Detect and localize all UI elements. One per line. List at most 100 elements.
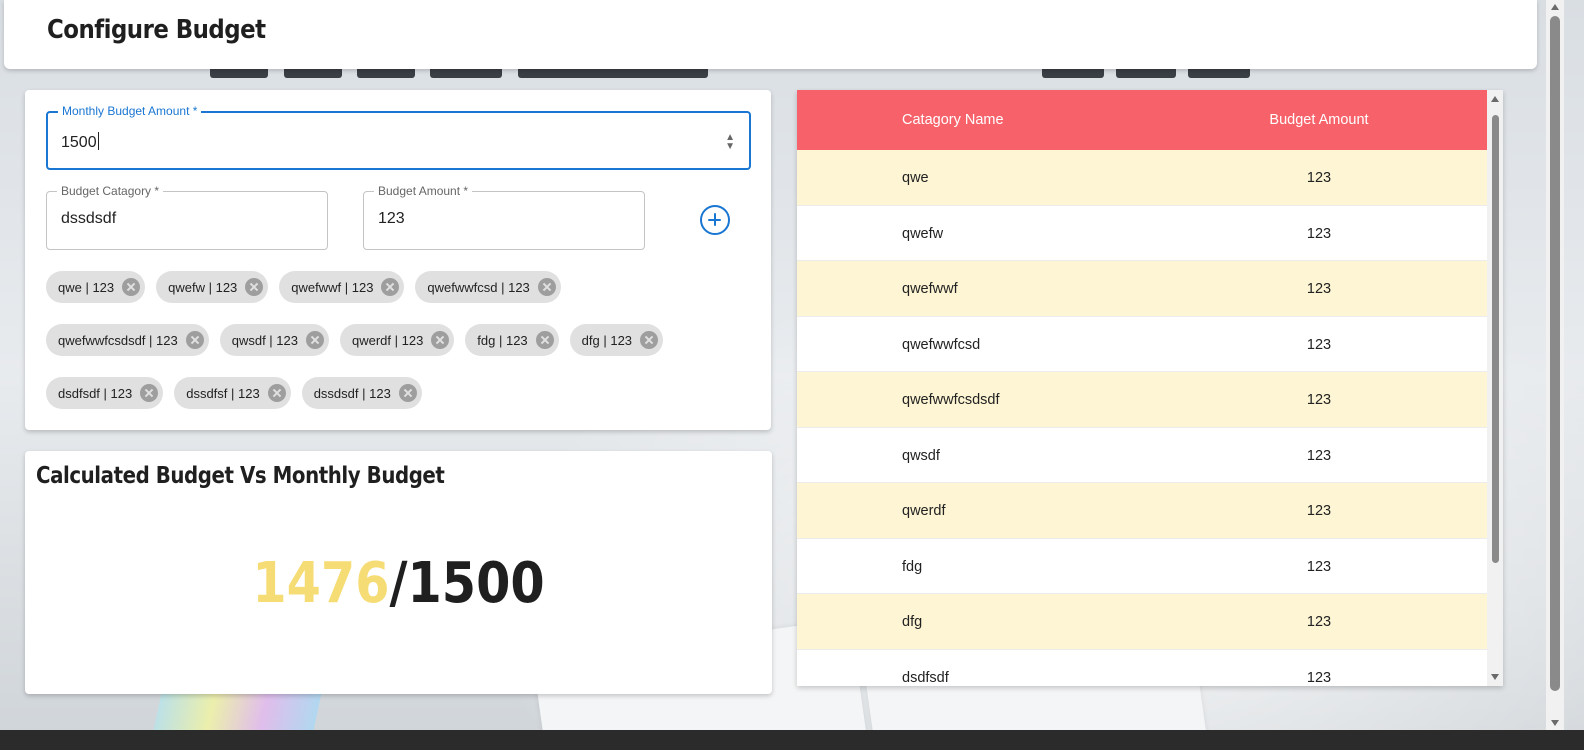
remove-chip-icon[interactable] bbox=[398, 384, 417, 402]
table-row[interactable]: qwefwwfcsd 123 bbox=[797, 317, 1487, 372]
calculated-budget-value: 1476 bbox=[252, 551, 390, 616]
table-row[interactable]: dfg 123 bbox=[797, 594, 1487, 650]
chip-label: qwe | 123 bbox=[58, 279, 115, 295]
chip-row: qwe | 123 qwefw | 123 qwefwwf | 123 qwef… bbox=[46, 271, 746, 303]
budget-ratio: 1476/1500 bbox=[70, 551, 727, 616]
chip-label: fdg | 123 bbox=[477, 332, 528, 348]
table-scrollbar[interactable] bbox=[1487, 90, 1503, 686]
chip-label: qwsdf | 123 bbox=[231, 332, 298, 348]
category-chip: qwe | 123 bbox=[46, 271, 146, 303]
amount-cell: 123 bbox=[1306, 669, 1332, 686]
monthly-budget-value: 1500 bbox=[407, 551, 545, 616]
remove-chip-icon[interactable] bbox=[535, 331, 554, 349]
table-body: qwe 123 qwefw 123 qwefwwf 123 qwefwwfcsd 123… bbox=[797, 150, 1487, 686]
chip-label: qwefw | 123 bbox=[168, 279, 238, 295]
amount-cell: 123 bbox=[1306, 447, 1332, 464]
budget-amount-field[interactable]: Budget Amount * 123 bbox=[363, 184, 645, 250]
category-cell: fdg bbox=[902, 558, 923, 575]
ratio-separator: / bbox=[389, 551, 408, 616]
remove-chip-icon[interactable] bbox=[381, 278, 400, 296]
column-header-amount[interactable]: Budget Amount bbox=[1267, 112, 1371, 128]
table-row[interactable]: dsdfsdf 123 bbox=[797, 650, 1487, 687]
amount-cell: 123 bbox=[1306, 503, 1332, 519]
page-title: Configure Budget bbox=[47, 15, 266, 45]
category-cell: qwefwwfcsdsdf bbox=[902, 392, 1000, 408]
budget-category-label: Budget Catagory * bbox=[57, 184, 164, 198]
category-cell: qwefw bbox=[902, 225, 944, 242]
table-row[interactable]: qwe 123 bbox=[797, 150, 1487, 206]
page-scrollbar[interactable] bbox=[1546, 0, 1564, 730]
category-chip: dssdfsf | 123 bbox=[174, 377, 291, 409]
chip-row: qwefwwfcsdsdf | 123 qwsdf | 123 qwerdf |… bbox=[46, 324, 746, 356]
add-circle-icon[interactable] bbox=[700, 205, 730, 235]
remove-chip-icon[interactable] bbox=[537, 278, 556, 296]
table-row[interactable]: qwsdf 123 bbox=[797, 428, 1487, 483]
chip-label: dfg | 123 bbox=[581, 332, 633, 348]
category-chip: dfg | 123 bbox=[569, 324, 664, 356]
scrollbar-thumb[interactable] bbox=[1492, 115, 1499, 563]
remove-chip-icon[interactable] bbox=[640, 331, 659, 349]
chip-label: qwefwwf | 123 bbox=[291, 279, 374, 295]
remove-chip-icon[interactable] bbox=[122, 278, 141, 296]
category-cell: dfg bbox=[902, 614, 923, 630]
category-chip-list: qwe | 123 qwefw | 123 qwefwwf | 123 qwef… bbox=[46, 271, 746, 430]
category-chip: dsdfsdf | 123 bbox=[46, 377, 164, 409]
top-bar: Configure Budget bbox=[4, 0, 1537, 69]
category-cell: qwsdf bbox=[902, 447, 940, 464]
chip-label: qwefwwfcsd | 123 bbox=[427, 279, 530, 295]
amount-cell: 123 bbox=[1306, 170, 1332, 186]
scroll-up-icon[interactable] bbox=[1491, 96, 1499, 102]
chip-label: dssdsdf | 123 bbox=[313, 385, 391, 401]
category-chip: qwerdf | 123 bbox=[339, 324, 455, 356]
category-chip: qwsdf | 123 bbox=[219, 324, 329, 356]
category-chip: fdg | 123 bbox=[465, 324, 559, 356]
budget-summary-card: Calculated Budget Vs Monthly Budget 1476… bbox=[25, 451, 772, 694]
category-chip: qwefwwfcsdsdf | 123 bbox=[46, 324, 209, 356]
column-header-category[interactable]: Catagory Name bbox=[902, 112, 1004, 128]
text-caret bbox=[97, 132, 99, 150]
remove-chip-icon[interactable] bbox=[431, 331, 450, 349]
category-cell: qwerdf bbox=[902, 503, 946, 519]
budget-table: Catagory Name Budget Amount qwe 123 qwefw… bbox=[797, 90, 1503, 686]
category-cell: qwefwwfcsd bbox=[902, 336, 981, 353]
table-row[interactable]: fdg 123 bbox=[797, 539, 1487, 594]
remove-chip-icon[interactable] bbox=[185, 331, 204, 349]
table-row[interactable]: qwefwwfcsdsdf 123 bbox=[797, 372, 1487, 428]
amount-cell: 123 bbox=[1306, 336, 1332, 353]
chip-label: dssdfsf | 123 bbox=[186, 385, 260, 401]
category-chip: qwefwwf | 123 bbox=[279, 271, 405, 303]
category-cell: dsdfsdf bbox=[902, 669, 949, 686]
scroll-up-icon[interactable] bbox=[1551, 4, 1559, 10]
amount-cell: 123 bbox=[1306, 392, 1332, 408]
monthly-budget-input[interactable]: 1500 bbox=[61, 132, 99, 152]
amount-cell: 123 bbox=[1306, 281, 1332, 297]
remove-chip-icon[interactable] bbox=[140, 384, 159, 402]
chip-label: dsdfsdf | 123 bbox=[58, 385, 133, 401]
category-chip: qwefwwfcsd | 123 bbox=[415, 271, 561, 303]
taskbar bbox=[0, 730, 1584, 750]
scroll-down-icon[interactable] bbox=[1491, 674, 1499, 680]
budget-amount-label: Budget Amount * bbox=[374, 184, 473, 198]
remove-chip-icon[interactable] bbox=[305, 331, 324, 349]
budget-form-card: Monthly Budget Amount * 1500 ▲ ▼ Budget C… bbox=[25, 90, 771, 430]
remove-chip-icon[interactable] bbox=[267, 384, 286, 402]
budget-category-field[interactable]: Budget Catagory * dssdsdf bbox=[46, 184, 328, 250]
budget-category-input[interactable]: dssdsdf bbox=[61, 210, 116, 228]
scrollbar-thumb[interactable] bbox=[1550, 16, 1560, 691]
table-row[interactable]: qwefw 123 bbox=[797, 206, 1487, 261]
category-cell: qwefwwf bbox=[902, 281, 958, 297]
chip-row: dsdfsdf | 123 dssdfsf | 123 dssdsdf | 12… bbox=[46, 377, 746, 409]
number-stepper-icon[interactable]: ▲ ▼ bbox=[725, 133, 735, 152]
scroll-down-icon[interactable] bbox=[1551, 720, 1559, 726]
monthly-budget-field[interactable]: Monthly Budget Amount * 1500 ▲ ▼ bbox=[46, 104, 751, 170]
remove-chip-icon[interactable] bbox=[245, 278, 264, 296]
category-chip: dssdsdf | 123 bbox=[301, 377, 422, 409]
chip-label: qwerdf | 123 bbox=[351, 332, 424, 348]
amount-cell: 123 bbox=[1306, 225, 1332, 242]
table-header: Catagory Name Budget Amount bbox=[797, 90, 1487, 150]
monthly-budget-label: Monthly Budget Amount * bbox=[58, 104, 202, 118]
table-row[interactable]: qwerdf 123 bbox=[797, 483, 1487, 539]
budget-amount-input[interactable]: 123 bbox=[378, 210, 405, 228]
table-row[interactable]: qwefwwf 123 bbox=[797, 261, 1487, 317]
summary-title: Calculated Budget Vs Monthly Budget bbox=[36, 463, 445, 489]
